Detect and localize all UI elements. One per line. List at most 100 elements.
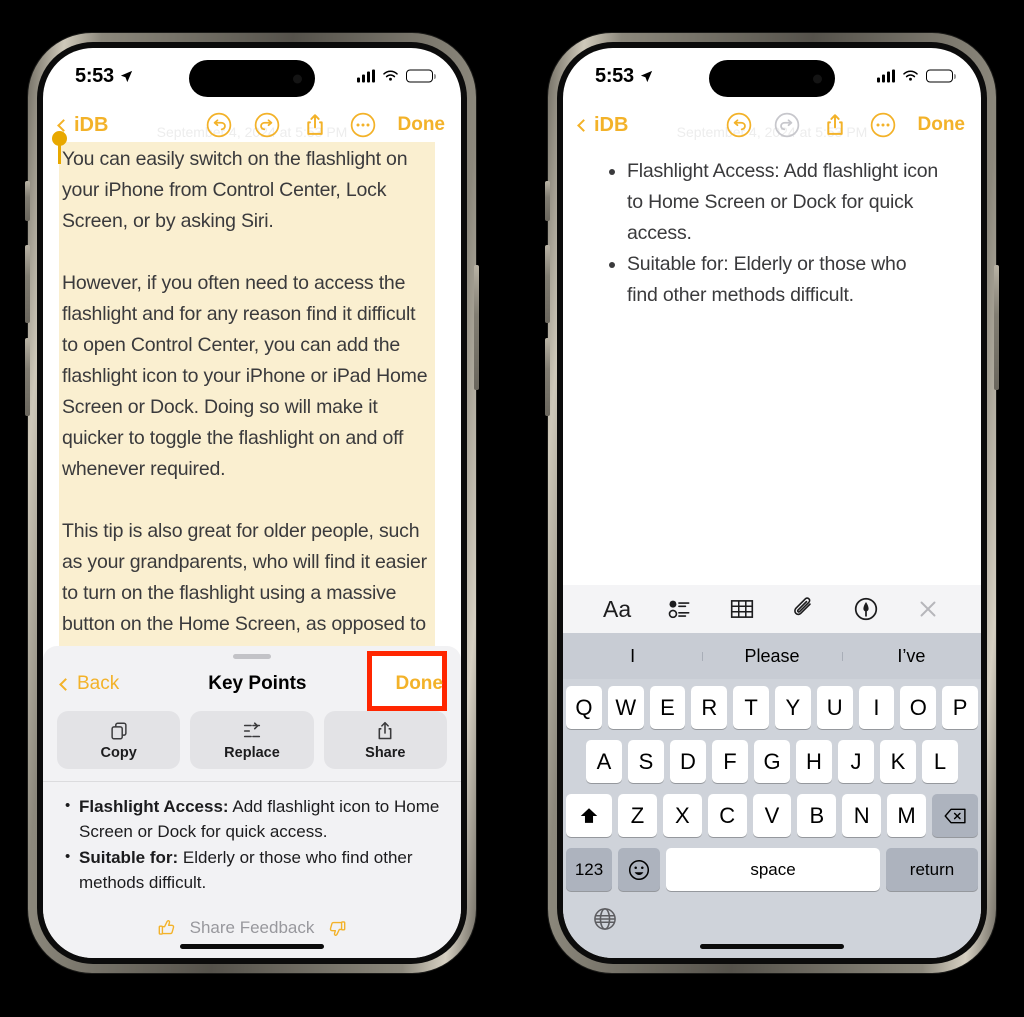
replace-icon: [243, 721, 261, 737]
left-phone-screen: 5:53 iDB Done September 4, 2024 at 5:53 …: [43, 48, 461, 958]
power-button[interactable]: [474, 265, 479, 390]
shift-icon: [580, 807, 598, 823]
right-phone-screen: 5:53 iDB Done September 4, 2024 at 5:53 …: [563, 48, 981, 958]
format-toolbar: Aa: [563, 585, 981, 633]
shift-key[interactable]: [566, 794, 612, 837]
paperclip-icon[interactable]: [791, 596, 817, 622]
prediction-2[interactable]: Please: [702, 646, 841, 667]
status-time-group: 5:53: [75, 65, 134, 88]
home-indicator[interactable]: [180, 944, 324, 949]
copy-button[interactable]: Copy: [57, 711, 181, 769]
key-i[interactable]: I: [858, 686, 895, 729]
space-key[interactable]: space: [666, 848, 880, 891]
key-u[interactable]: U: [816, 686, 853, 729]
status-time: 5:53: [595, 64, 634, 87]
list-item: Flashlight Access: Add flashlight icon t…: [627, 156, 939, 249]
keyboard-region: Aa I Please I’ve Q W E R T Y U I O P A S…: [563, 585, 981, 958]
prediction-3[interactable]: I’ve: [841, 646, 981, 667]
volume-down-button[interactable]: [25, 338, 30, 416]
key-l[interactable]: L: [922, 740, 958, 783]
keyboard-row-1: Q W E R T Y U I O P: [566, 686, 978, 729]
key-o[interactable]: O: [900, 686, 937, 729]
more-ellipsis-icon[interactable]: [870, 112, 896, 138]
share-button[interactable]: Share: [323, 711, 447, 769]
right-phone-device: 5:53 iDB Done September 4, 2024 at 5:53 …: [545, 33, 999, 973]
power-button[interactable]: [994, 265, 999, 390]
left-phone-device: 5:53 iDB Done September 4, 2024 at 5:53 …: [25, 33, 479, 973]
key-w[interactable]: W: [607, 686, 644, 729]
volume-up-button[interactable]: [25, 245, 30, 323]
key-s[interactable]: S: [628, 740, 664, 783]
key-j[interactable]: J: [838, 740, 874, 783]
nav-done-button[interactable]: Done: [918, 114, 966, 136]
note-bullet-list[interactable]: Flashlight Access: Add flashlight icon t…: [579, 142, 965, 311]
key-n[interactable]: N: [842, 794, 882, 837]
dynamic-island: [709, 60, 835, 97]
location-arrow-icon: [120, 70, 132, 82]
thumbs-up-icon[interactable]: [156, 917, 178, 939]
key-y[interactable]: Y: [775, 686, 811, 729]
sheet-back-button[interactable]: Back: [59, 673, 119, 695]
checklist-icon[interactable]: [667, 596, 693, 622]
prediction-bar: I Please I’ve: [563, 633, 981, 679]
action-button[interactable]: [545, 181, 550, 221]
sheet-done-button[interactable]: Done: [395, 673, 443, 694]
return-key[interactable]: return: [886, 848, 978, 891]
undo-icon[interactable]: [726, 112, 752, 138]
volume-down-button[interactable]: [545, 338, 550, 416]
key-f[interactable]: F: [712, 740, 748, 783]
highlighted-selection[interactable]: You can easily switch on the flashlight …: [52, 131, 443, 684]
replace-button[interactable]: Replace: [190, 711, 314, 769]
list-item: Suitable for: Elderly or those who find …: [65, 844, 441, 895]
share-icon: [378, 721, 392, 739]
action-button[interactable]: [25, 181, 30, 221]
nav-back-button[interactable]: iDB: [57, 113, 109, 137]
nav-done-button[interactable]: Done: [398, 114, 446, 136]
keyboard-row-4: 123 space return: [566, 848, 978, 891]
key-z[interactable]: Z: [618, 794, 657, 837]
undo-icon[interactable]: [206, 112, 232, 138]
key-b[interactable]: B: [797, 794, 837, 837]
left-phone-bezel: 5:53 iDB Done September 4, 2024 at 5:53 …: [37, 42, 467, 964]
nav-back-button[interactable]: iDB: [577, 114, 628, 137]
status-time-group: 5:53: [595, 65, 654, 88]
numbers-key[interactable]: 123: [566, 848, 612, 891]
close-x-icon[interactable]: [915, 596, 941, 622]
share-feedback-row: Share Feedback: [43, 917, 461, 939]
replace-label: Replace: [224, 744, 280, 761]
text-format-aa-icon[interactable]: Aa: [603, 596, 631, 623]
key-t[interactable]: T: [733, 686, 769, 729]
more-ellipsis-icon[interactable]: [350, 112, 376, 138]
key-p[interactable]: P: [942, 686, 978, 729]
chevron-left-icon: [577, 118, 590, 132]
key-m[interactable]: M: [887, 794, 927, 837]
redo-icon[interactable]: [254, 112, 280, 138]
key-e[interactable]: E: [649, 686, 686, 729]
table-icon[interactable]: [729, 596, 755, 622]
key-c[interactable]: C: [707, 794, 747, 837]
chevron-left-icon: [57, 118, 70, 132]
prediction-1[interactable]: I: [563, 646, 702, 667]
share-icon[interactable]: [302, 112, 328, 138]
emoji-key[interactable]: [618, 848, 660, 891]
key-r[interactable]: R: [691, 686, 728, 729]
nav-back-label: iDB: [74, 113, 109, 136]
left-nav-bar: iDB Done: [43, 104, 461, 146]
key-q[interactable]: Q: [566, 686, 602, 729]
key-a[interactable]: A: [586, 740, 622, 783]
status-indicators: [357, 69, 433, 83]
volume-up-button[interactable]: [545, 245, 550, 323]
status-time: 5:53: [75, 64, 114, 87]
key-v[interactable]: V: [752, 794, 792, 837]
key-x[interactable]: X: [662, 794, 702, 837]
key-d[interactable]: D: [670, 740, 706, 783]
globe-icon[interactable]: [592, 906, 618, 932]
markup-pen-icon[interactable]: [853, 596, 879, 622]
key-h[interactable]: H: [796, 740, 832, 783]
thumbs-down-icon[interactable]: [326, 917, 348, 939]
key-k[interactable]: K: [880, 740, 916, 783]
key-g[interactable]: G: [754, 740, 790, 783]
share-icon[interactable]: [822, 112, 848, 138]
home-indicator[interactable]: [700, 944, 844, 949]
backspace-key[interactable]: [932, 794, 979, 837]
